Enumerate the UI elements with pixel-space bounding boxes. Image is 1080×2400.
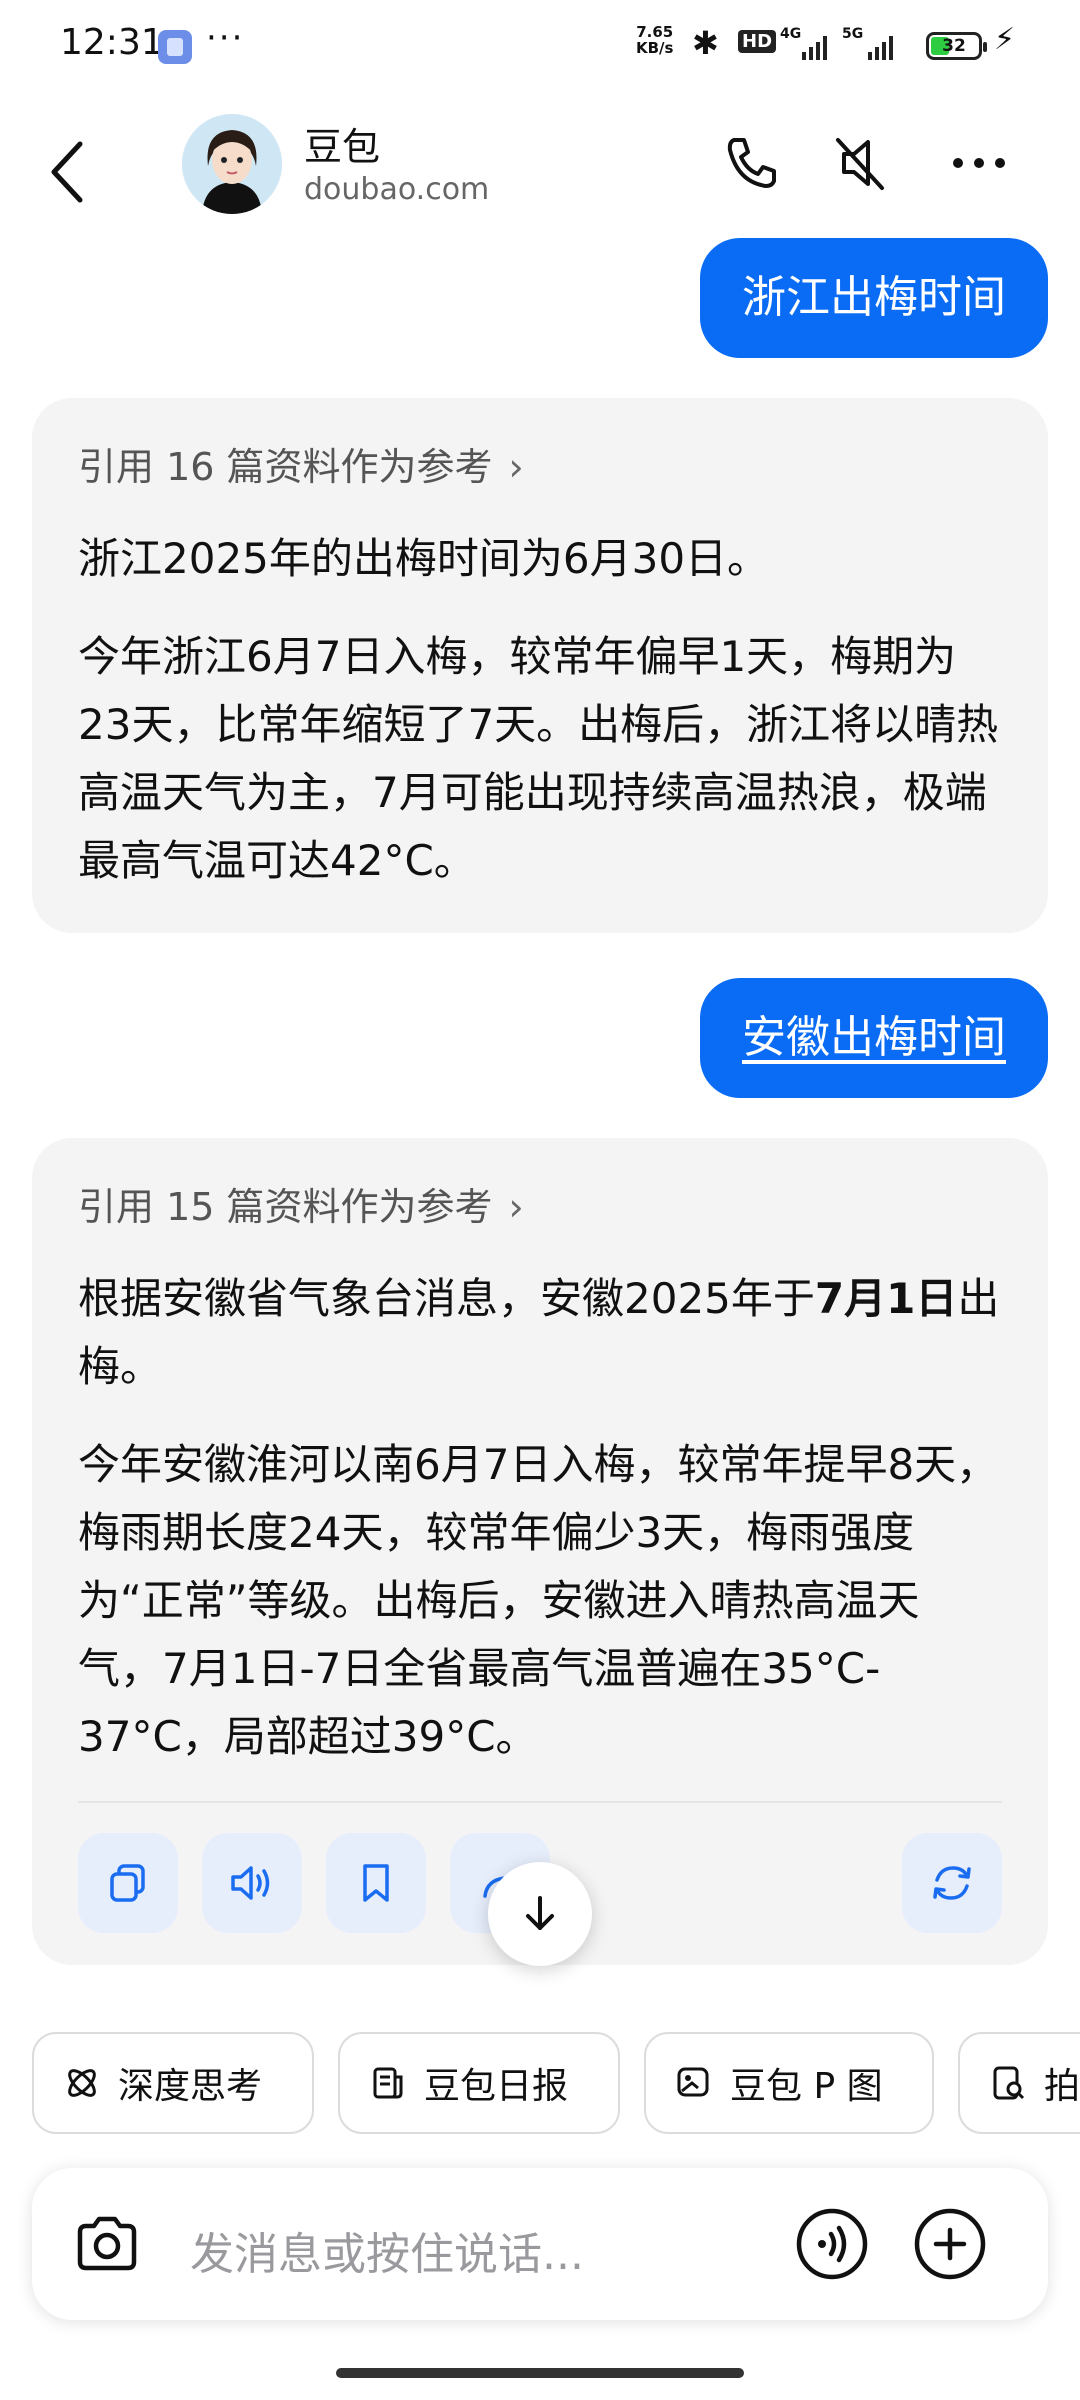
signal-bars-1-icon [802,34,827,60]
network-speed-value: 7.65 [636,23,674,41]
charging-icon: ⚡ [994,22,1016,57]
chat-header: 豆包 doubao.com [0,92,1080,242]
voice-call-icon[interactable] [794,2206,870,2282]
home-indicator[interactable] [336,2368,744,2378]
message-input[interactable]: 发消息或按住说话... [190,2218,584,2282]
answer-paragraph: 根据安徽省气象台消息，安徽2025年于7月1日出梅。 [78,1265,1002,1401]
copy-icon [110,1864,145,1902]
user-message[interactable]: 安徽出梅时间 [700,978,1048,1098]
scroll-to-bottom-button[interactable] [488,1862,592,1966]
chip-label: 拍 [1044,2066,1080,2107]
bot-domain: doubao.com [304,172,490,207]
signal-type-2: 5G [842,26,864,42]
assistant-message: 引用 15 篇资料作为参考 › 根据安徽省气象台消息，安徽2025年于7月1日出梅… [32,1138,1048,1965]
references-link[interactable]: 引用 16 篇资料作为参考 › [78,436,1002,491]
more-notifications-icon: ··· [206,18,245,58]
signal-bars-2-icon [868,34,893,60]
chip-photo-question[interactable]: 拍 [958,2032,1080,2134]
bookmark-button[interactable] [326,1833,426,1933]
references-link[interactable]: 引用 15 篇资料作为参考 › [78,1176,1002,1231]
chip-label: 豆包 P 图 [730,2066,883,2107]
chevron-right-icon: › [508,1185,524,1229]
status-time: 12:31 [60,22,164,63]
signal-type-1: 4G [780,26,802,42]
references-label: 引用 15 篇资料作为参考 [78,1185,493,1229]
read-aloud-button[interactable] [202,1833,302,1933]
image-edit-icon [677,2067,709,2097]
quick-actions-row: 深度思考 豆包日报 豆包 P 图 拍 [32,2032,1080,2136]
copy-button[interactable] [78,1833,178,1933]
chip-label: 豆包日报 [424,2066,569,2107]
chevron-right-icon: › [508,445,524,489]
message-input-bar: 发消息或按住说话... [32,2168,1048,2320]
divider [78,1801,1002,1803]
bookmark-icon [363,1864,389,1902]
answer-paragraph: 今年安徽淮河以南6月7日入梅，较常年提早8天，梅雨期长度24天，较常年偏少3天，… [78,1440,999,1761]
battery-icon: 32 [926,32,987,60]
avatar-portrait-icon [182,114,282,214]
regenerate-button[interactable] [902,1833,1002,1933]
answer-text: 根据安徽省气象台消息，安徽2025年于 [78,1274,815,1323]
network-speed: 7.65 KB/s [636,24,673,56]
hd-voice-icon: HD [738,30,777,53]
bot-name: 豆包 [304,125,381,169]
assistant-message: 引用 16 篇资料作为参考 › 浙江2025年的出梅时间为6月30日。 今年浙江6… [32,398,1048,933]
answer-paragraph: 今年浙江6月7日入梅，较常年偏早1天，梅期为23天，比常年缩短了7天。出梅后，浙… [78,632,999,885]
speaker-icon [231,1866,270,1900]
avatar[interactable] [182,114,282,214]
speaker-muted-icon[interactable] [824,128,894,198]
battery-level: 32 [942,36,966,56]
references-label: 引用 16 篇资料作为参考 [78,445,493,489]
status-bar: 12:31 ··· 7.65 KB/s ✱ HD 4G 5G 32 ⚡ [0,0,1080,92]
chip-label: 深度思考 [118,2066,263,2107]
camera-icon[interactable] [72,2214,142,2274]
answer-paragraph: 浙江2025年的出梅时间为6月30日。 [78,534,770,583]
user-message[interactable]: 浙江出梅时间 [700,238,1048,358]
refresh-icon [933,1866,971,1900]
more-options-icon[interactable] [944,128,1014,198]
add-icon[interactable] [912,2206,988,2282]
chip-deep-thinking[interactable]: 深度思考 [32,2032,314,2134]
app-notification-icon [158,30,192,64]
back-arrow-icon[interactable] [40,132,100,212]
bluetooth-icon: ✱ [692,24,719,62]
newspaper-icon [373,2067,403,2099]
atom-icon [68,2069,96,2097]
network-speed-unit: KB/s [636,39,674,57]
chip-daily-report[interactable]: 豆包日报 [338,2032,620,2134]
scan-document-icon [993,2066,1025,2100]
phone-call-icon[interactable] [716,128,786,198]
chip-photo-edit[interactable]: 豆包 P 图 [644,2032,934,2134]
answer-bold-date: 7月1日 [814,1274,958,1323]
arrow-down-icon [526,1896,554,1930]
